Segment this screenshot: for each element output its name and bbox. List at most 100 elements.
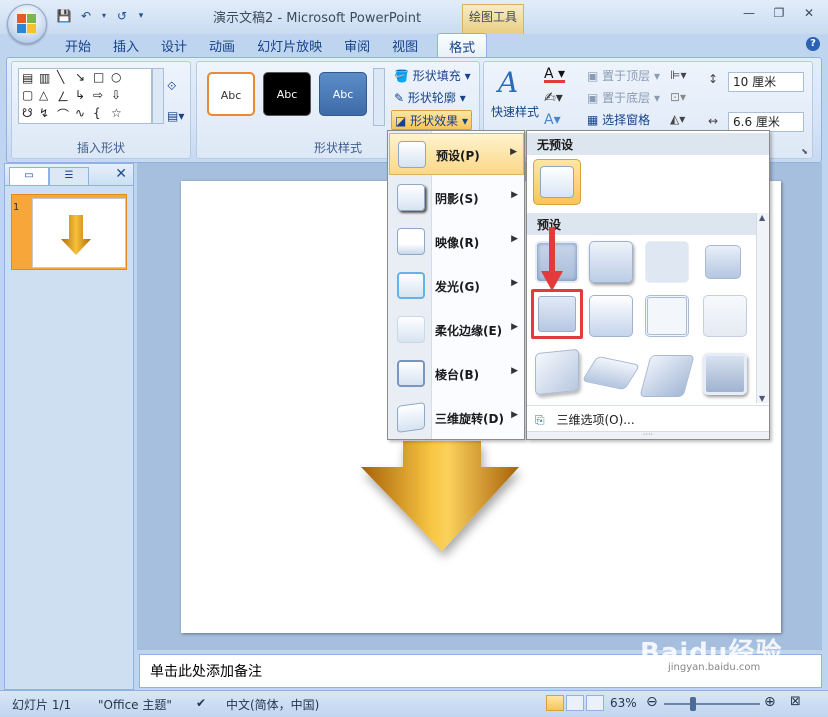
redo-icon[interactable]: ↺	[114, 8, 130, 24]
textbox-dropdown-icon[interactable]: ▤▾	[164, 106, 187, 126]
zoom-slider[interactable]	[664, 703, 760, 705]
preset-10-tile[interactable]	[581, 355, 641, 391]
tab-slideshow[interactable]: 幻灯片放映	[246, 33, 333, 57]
customize-qat-icon[interactable]: ▾	[136, 8, 146, 24]
preset-3-tile[interactable]	[645, 241, 689, 283]
slide-thumbnail[interactable]	[11, 194, 127, 270]
style-orange-outline[interactable]: Abc	[207, 72, 255, 116]
save-icon[interactable]: 💾	[56, 8, 72, 24]
slide-sorter-button[interactable]	[566, 695, 584, 711]
menu-item-shadow[interactable]: 阴影(S) ▶	[389, 177, 524, 219]
tab-review[interactable]: 审阅	[333, 33, 381, 57]
wordart-icon[interactable]: A	[498, 66, 518, 99]
shape-effects-button[interactable]: ◪ 形状效果 ▾	[391, 110, 473, 130]
text-effects-icon[interactable]: A▾	[544, 112, 561, 128]
menu-resize-grip[interactable]: ····	[527, 431, 769, 439]
text-outline-icon[interactable]: ✍▾	[544, 90, 563, 106]
style-black-fill[interactable]: Abc	[263, 72, 311, 116]
theme-name[interactable]: "Office 主题"	[98, 696, 172, 713]
preset-4-tile[interactable]	[705, 245, 741, 279]
triangle-icon[interactable]: △	[39, 88, 48, 102]
undo-icon[interactable]: ↶	[78, 8, 94, 24]
preset-7-tile[interactable]	[645, 295, 689, 337]
star-icon[interactable]: ☆	[111, 106, 122, 120]
edit-shape-icon[interactable]: ⟐	[164, 76, 179, 96]
size-dialog-launcher-icon[interactable]: ⬊	[801, 147, 808, 156]
align-icon[interactable]: ⊫▾	[670, 68, 686, 82]
rounded-rect-icon[interactable]: ▢	[22, 88, 33, 102]
elbow-arrow-icon[interactable]: ↳	[75, 88, 85, 102]
selection-pane-button[interactable]: ▦ 选择窗格	[584, 110, 653, 130]
tab-format[interactable]: 格式	[437, 33, 488, 57]
send-to-back-button[interactable]: ▣ 置于底层 ▾	[584, 88, 663, 108]
bring-to-front-button[interactable]: ▣ 置于顶层 ▾	[584, 66, 663, 86]
tab-home[interactable]: 开始	[54, 33, 102, 57]
preset-11-tile[interactable]	[639, 355, 695, 397]
help-icon[interactable]: ?	[806, 37, 820, 51]
curve-icon[interactable]: ∿	[75, 106, 85, 120]
rectangle-icon[interactable]: □	[93, 70, 104, 84]
preset-none-tile[interactable]	[533, 159, 581, 205]
shape-fill-button[interactable]: 🪣 形状填充 ▾	[391, 66, 474, 86]
right-arrow-icon[interactable]: ⇨	[93, 88, 103, 102]
language-status[interactable]: 中文(简体，中国)	[226, 696, 319, 713]
maximize-button[interactable]: ❐	[766, 4, 792, 22]
text-fill-icon[interactable]: A ▾	[544, 66, 565, 82]
rotate-icon[interactable]: ◭▾	[670, 112, 685, 126]
preset-12-tile[interactable]	[703, 353, 747, 395]
lightning-icon[interactable]: ↯	[39, 106, 49, 120]
quick-styles-button[interactable]: 快速样式	[488, 102, 542, 122]
scroll-down-icon[interactable]: ▼	[759, 394, 765, 403]
dropdown-icon[interactable]: ▾	[100, 8, 108, 24]
spellcheck-icon[interactable]: ✔	[196, 696, 206, 710]
shape-height-input[interactable]: 10 厘米	[728, 72, 804, 92]
tab-view[interactable]: 视图	[381, 33, 429, 57]
line-icon[interactable]: ╲	[57, 70, 64, 84]
freeform-icon[interactable]: ☋	[22, 106, 33, 120]
styles-gallery-scroll[interactable]	[373, 68, 385, 126]
office-button[interactable]	[7, 4, 47, 44]
zoom-out-icon[interactable]: ⊖	[646, 694, 658, 710]
preset-scrollbar[interactable]: ▲ ▼	[756, 213, 769, 403]
elbow-icon[interactable]: ㄥ	[57, 88, 69, 105]
shapes-gallery[interactable]: ▤ ▥ ╲ ↘ □ ○ ▢ △ ㄥ ↳ ⇨ ⇩ ☋ ↯ ⌒ ∿ { ☆	[18, 68, 152, 124]
zoom-slider-thumb[interactable]	[690, 697, 696, 711]
preset-6-tile[interactable]	[589, 295, 633, 337]
close-button[interactable]: ✕	[796, 4, 822, 22]
preset-9-tile[interactable]	[535, 348, 579, 396]
vertical-textbox-icon[interactable]: ▥	[39, 71, 50, 85]
oval-icon[interactable]: ○	[111, 70, 121, 84]
slides-tab-icon[interactable]: ▭	[9, 167, 49, 185]
menu-item-bevel[interactable]: 棱台(B) ▶	[389, 353, 524, 395]
preset-8-tile[interactable]	[703, 295, 747, 337]
shape-width-input[interactable]: 6.6 厘米	[728, 112, 804, 132]
shapes-gallery-scroll[interactable]	[152, 68, 164, 124]
minimize-button[interactable]: —	[736, 4, 762, 22]
scroll-up-icon[interactable]: ▲	[759, 213, 765, 222]
zoom-in-icon[interactable]: ⊕	[764, 694, 776, 710]
menu-item-preset[interactable]: 预设(P) ▶	[389, 133, 524, 175]
textbox-icon[interactable]: ▤	[22, 71, 33, 85]
down-arrow-icon[interactable]: ⇩	[111, 88, 121, 102]
down-arrow-shape[interactable]	[361, 441, 519, 551]
3d-options-item[interactable]: ⎘ 三维选项(O)...	[527, 405, 769, 431]
tab-design[interactable]: 设计	[150, 33, 198, 57]
zoom-level[interactable]: 63%	[610, 696, 637, 710]
normal-view-button[interactable]	[546, 695, 564, 711]
menu-item-soft-edges[interactable]: 柔化边缘(E) ▶	[389, 309, 524, 351]
arc-icon[interactable]: ⌒	[57, 106, 69, 123]
tab-animations[interactable]: 动画	[198, 33, 246, 57]
menu-item-reflection[interactable]: 映像(R) ▶	[389, 221, 524, 263]
arrow-line-icon[interactable]: ↘	[75, 70, 85, 84]
slideshow-view-button[interactable]	[586, 695, 604, 711]
outline-tab-icon[interactable]: ☰	[49, 167, 89, 185]
tab-insert[interactable]: 插入	[102, 33, 150, 57]
style-blue-fill[interactable]: Abc	[319, 72, 367, 116]
preset-2-tile[interactable]	[589, 241, 633, 283]
close-panel-icon[interactable]: ✕	[115, 166, 127, 182]
brace-icon[interactable]: {	[93, 106, 101, 120]
shape-outline-button[interactable]: ✎ 形状轮廓 ▾	[391, 88, 469, 108]
menu-item-3d-rotation[interactable]: 三维旋转(D) ▶	[389, 397, 524, 439]
menu-item-glow[interactable]: 发光(G) ▶	[389, 265, 524, 307]
group-icon[interactable]: ⊡▾	[670, 90, 686, 104]
